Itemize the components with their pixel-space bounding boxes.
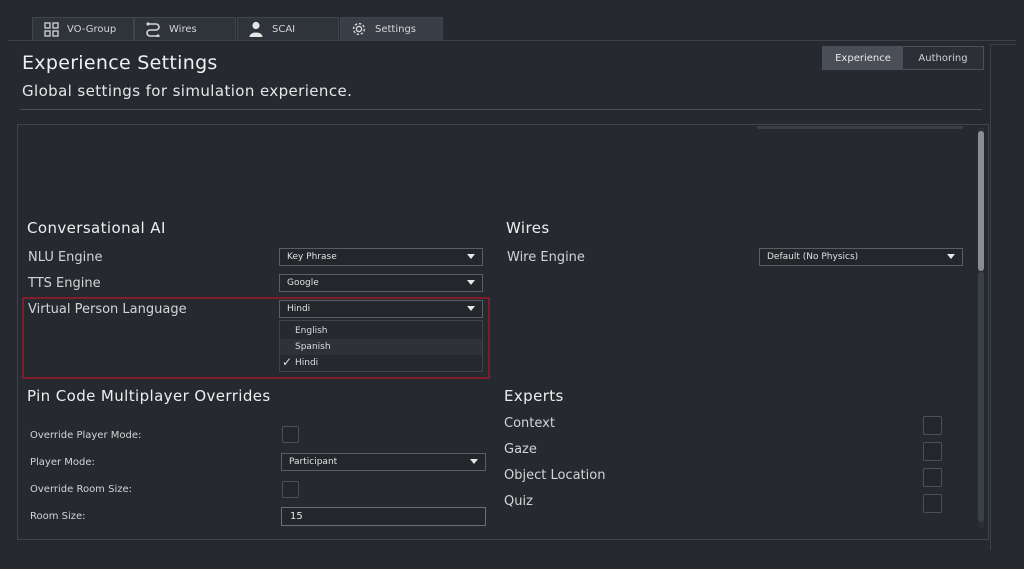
- tab-wires[interactable]: Wires: [134, 17, 236, 40]
- tts-engine-value: Google: [287, 278, 319, 288]
- tab-vo-group[interactable]: VO-Group: [32, 17, 134, 40]
- player-mode-value: Participant: [289, 457, 338, 467]
- expert-quiz-checkbox[interactable]: [923, 494, 942, 513]
- tabstrip-divider: [8, 40, 1016, 41]
- page-subtitle: Global settings for simulation experienc…: [22, 82, 353, 100]
- override-room-size-label: Override Room Size:: [30, 484, 132, 495]
- wire-engine-value: Default (No Physics): [767, 252, 859, 262]
- page-title: Experience Settings: [22, 52, 218, 74]
- expert-context-checkbox[interactable]: [923, 416, 942, 435]
- wire-engine-label: Wire Engine: [507, 250, 585, 265]
- header-divider: [20, 109, 982, 110]
- nlu-engine-select[interactable]: Key Phrase: [279, 248, 483, 266]
- conversational-ai-title: Conversational AI: [27, 219, 166, 237]
- nlu-engine-label: NLU Engine: [28, 250, 103, 265]
- override-room-size-checkbox[interactable]: [282, 481, 299, 498]
- tab-label: Settings: [375, 23, 417, 35]
- room-size-input[interactable]: 15: [281, 507, 486, 526]
- chevron-down-icon: [467, 254, 475, 259]
- override-player-mode-label: Override Player Mode:: [30, 430, 142, 441]
- language-highlight-box: [22, 297, 490, 379]
- player-mode-label: Player Mode:: [30, 457, 95, 468]
- tab-label: SCAI: [272, 23, 296, 35]
- chevron-down-icon: [947, 254, 955, 259]
- tts-engine-label: TTS Engine: [28, 276, 101, 291]
- tab-scai[interactable]: SCAI: [237, 17, 339, 40]
- chevron-down-icon: [470, 459, 478, 464]
- right-rail: [990, 44, 1016, 45]
- player-mode-select[interactable]: Participant: [281, 453, 486, 471]
- right-rail: [990, 44, 991, 550]
- wires-icon: [145, 21, 161, 37]
- scrollbar-track-lower: [978, 272, 984, 522]
- person-icon: [248, 21, 264, 37]
- collapsed-strip: [757, 126, 963, 129]
- scrollbar-thumb[interactable]: [978, 131, 984, 271]
- expert-gaze-label: Gaze: [504, 442, 537, 457]
- expert-object-location-checkbox[interactable]: [923, 468, 942, 487]
- room-size-value: 15: [290, 511, 303, 522]
- tab-settings[interactable]: Settings: [340, 17, 443, 40]
- gear-icon: [351, 21, 367, 37]
- tab-label: VO-Group: [67, 23, 117, 35]
- tab-label: Wires: [169, 23, 197, 35]
- group-icon: [43, 21, 59, 37]
- expert-context-label: Context: [504, 416, 555, 431]
- experience-mode-button[interactable]: Experience: [823, 47, 903, 69]
- expert-quiz-label: Quiz: [504, 494, 533, 509]
- experts-title: Experts: [504, 387, 564, 405]
- pin-code-title: Pin Code Multiplayer Overrides: [27, 387, 271, 405]
- chevron-down-icon: [467, 280, 475, 285]
- expert-gaze-checkbox[interactable]: [923, 442, 942, 461]
- mode-toggle: Experience Authoring: [822, 46, 984, 70]
- override-player-mode-checkbox[interactable]: [282, 426, 299, 443]
- wires-title: Wires: [506, 219, 550, 237]
- tts-engine-select[interactable]: Google: [279, 274, 483, 292]
- room-size-label: Room Size:: [30, 511, 86, 522]
- expert-object-location-label: Object Location: [504, 468, 606, 483]
- authoring-mode-button[interactable]: Authoring: [903, 47, 983, 69]
- wire-engine-select[interactable]: Default (No Physics): [759, 248, 963, 266]
- nlu-engine-value: Key Phrase: [287, 252, 337, 262]
